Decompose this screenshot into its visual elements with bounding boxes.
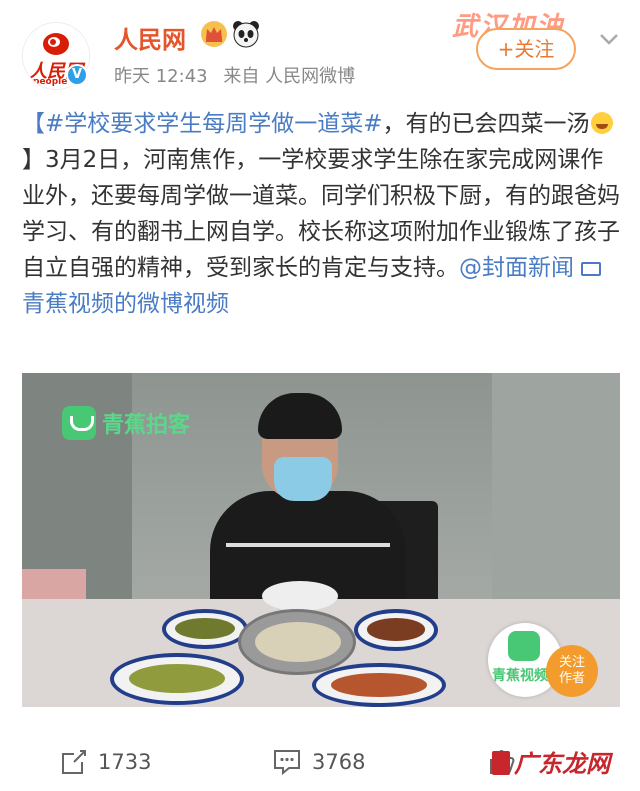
- comment-icon: [274, 750, 300, 776]
- video-rice-bowl: [262, 581, 338, 611]
- video-source-badge-text: 青蕉视频: [492, 668, 548, 684]
- video-watermark: 青蕉拍客: [62, 403, 190, 443]
- video-watermark-text: 青蕉拍客: [102, 413, 191, 438]
- comment-count: 3768: [312, 750, 366, 774]
- mention-link[interactable]: @封面新闻: [459, 255, 574, 281]
- post-text-part-1: ，有的已会四菜一汤: [382, 111, 590, 137]
- follow-author-label: 关注 作者: [558, 655, 585, 686]
- post-time: 昨天 12:43: [114, 66, 208, 87]
- video-face-mask: [274, 457, 332, 501]
- video-boy-stripe: [226, 543, 390, 547]
- qingjiao-logo-icon: [62, 406, 96, 440]
- site-watermark: 广东龙网: [492, 744, 610, 779]
- follow-button[interactable]: +关注: [476, 28, 576, 70]
- post-header: 人民网 people V 人民网 昨天 12:43 来自 人民网微博 武汉加油 …: [0, 0, 640, 100]
- chevron-down-icon[interactable]: [596, 26, 622, 52]
- video-dish: [367, 618, 425, 641]
- video-dish: [129, 664, 225, 694]
- video-plate: [312, 663, 446, 707]
- video-plate: [354, 609, 438, 651]
- people-logo-icon: [43, 33, 69, 55]
- panda-icon[interactable]: [232, 20, 260, 48]
- video-link-label: 青蕉视频的微博视频: [22, 291, 229, 317]
- post-meta: 昨天 12:43 来自 人民网微博: [114, 62, 365, 88]
- video-dish: [175, 618, 235, 640]
- username[interactable]: 人民网: [114, 20, 186, 55]
- video-player[interactable]: 青蕉拍客 青蕉视频 关注 作者: [22, 373, 620, 707]
- video-soup: [255, 622, 341, 662]
- video-plate: [162, 609, 248, 649]
- verified-badge-icon: V: [66, 64, 88, 86]
- video-link-icon: [581, 262, 602, 276]
- site-watermark-text: 广东龙网: [514, 750, 610, 778]
- crown-icon[interactable]: [200, 20, 228, 48]
- comment-button[interactable]: 3768: [272, 748, 365, 776]
- laughing-crying-emoji-icon: [590, 112, 613, 134]
- repost-button[interactable]: 1733: [60, 748, 151, 776]
- follow-author-button[interactable]: 关注 作者: [546, 645, 598, 697]
- repost-count: 1733: [98, 750, 152, 774]
- site-watermark-logo-icon: [492, 751, 510, 775]
- video-plate: [110, 653, 244, 705]
- post-source[interactable]: 来自 人民网微博: [223, 66, 355, 87]
- video-dish: [331, 672, 427, 697]
- logo-sub: people: [33, 77, 68, 87]
- qingjiao-badge-icon: [508, 631, 540, 661]
- video-door: [492, 373, 620, 613]
- video-soup-bowl: [238, 609, 356, 675]
- post-body: 【#学校要求学生每周学做一道菜#，有的已会四菜一汤】3月2日，河南焦作，一学校要…: [22, 106, 622, 322]
- hashtag-link[interactable]: 【#学校要求学生每周学做一道菜#: [22, 111, 383, 137]
- repost-icon: [62, 750, 86, 774]
